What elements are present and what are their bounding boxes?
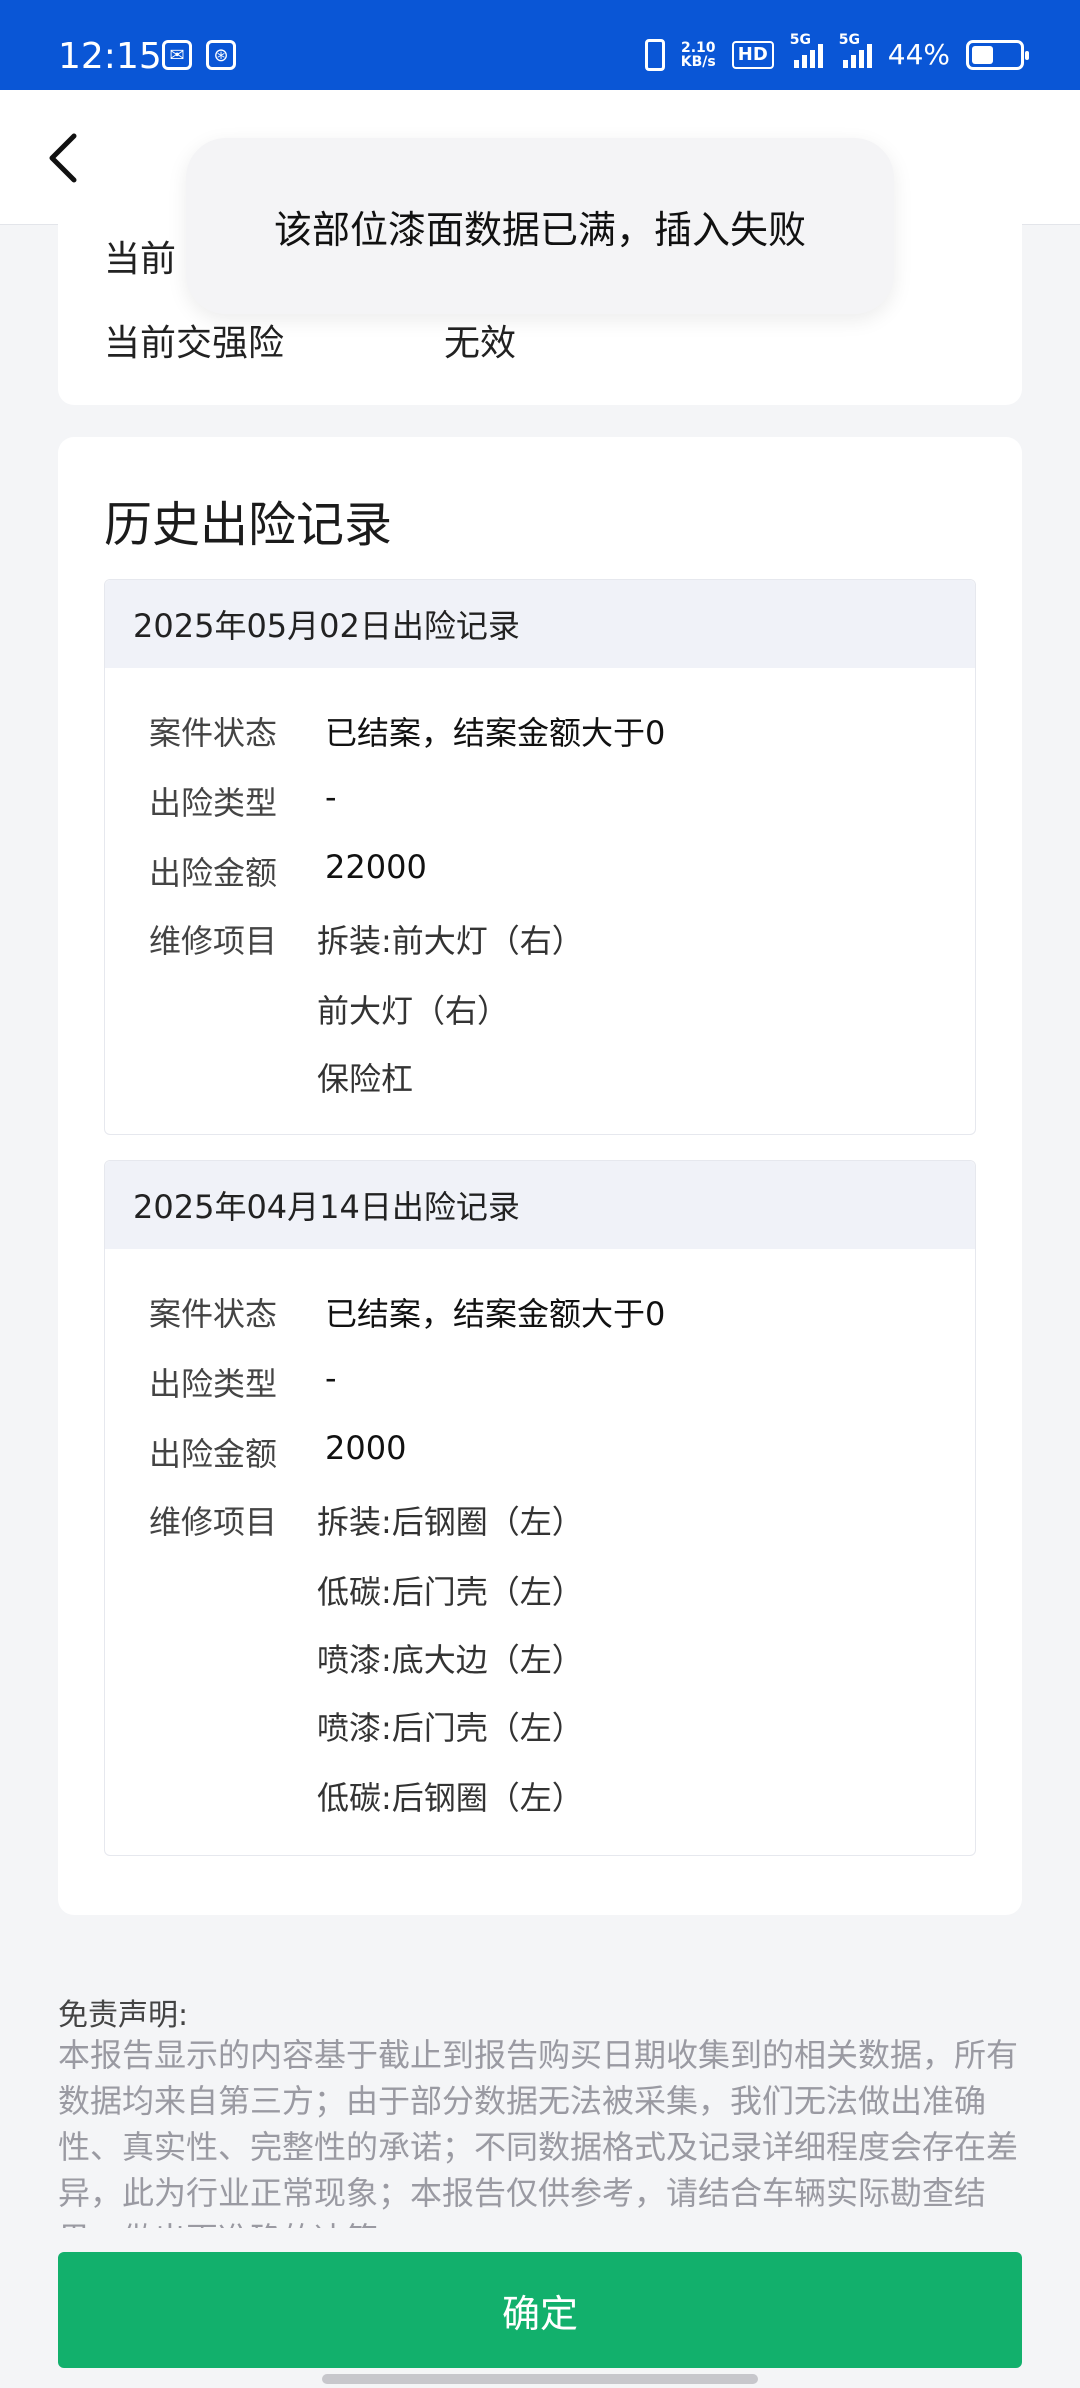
- repair-item: 喷漆:后门壳（左）: [317, 1709, 584, 1747]
- record-amount-row: 出险金额 2000: [149, 1429, 406, 1475]
- record-type-label: 出险类型: [149, 784, 278, 822]
- status-bar: 12:15 ✉ ⊛ 2.10 KB/s HD 5G 5G 44%: [0, 0, 1080, 90]
- toast-message: 该部位漆面数据已满，插入失败: [186, 138, 894, 314]
- status-app-icons: ✉ ⊛: [162, 40, 236, 70]
- hd-badge: HD: [731, 40, 774, 69]
- battery-percent: 44%: [887, 38, 950, 71]
- repair-item: 喷漆:底大边（左）: [317, 1641, 584, 1679]
- status-right: 2.10 KB/s HD 5G 5G 44%: [644, 32, 1029, 71]
- record-header: 2025年04月14日出险记录: [105, 1161, 975, 1249]
- record-status-value: 已结案，结案金额大于0: [325, 714, 666, 752]
- record-amount-value: 2000: [325, 1429, 407, 1467]
- record-status-label: 案件状态: [149, 1295, 278, 1333]
- record-status-label: 案件状态: [149, 714, 278, 752]
- signal-icon-sim2: 5G: [839, 32, 872, 68]
- record-amount-label: 出险金额: [149, 854, 278, 892]
- record-type-row: 出险类型 -: [149, 778, 337, 824]
- current-row-2: 当前交强险 无效: [104, 314, 516, 366]
- repair-item: 拆装:前大灯（右）: [317, 922, 584, 960]
- home-indicator[interactable]: [322, 2374, 758, 2384]
- confirm-button[interactable]: 确定: [58, 2252, 1022, 2368]
- current-row-1-label: 当前: [104, 239, 177, 280]
- record-items-row: 维修项目: [149, 1497, 277, 1543]
- record-type-value: -: [325, 778, 337, 816]
- record-type-label: 出险类型: [149, 1365, 278, 1403]
- record-status-row: 案件状态 已结案，结案金额大于0: [149, 1289, 665, 1335]
- signal-icon-sim1: 5G: [790, 32, 823, 68]
- record-type-row: 出险类型 -: [149, 1359, 337, 1405]
- disclaimer-body: 本报告显示的内容基于截止到报告购买日期收集到的相关数据，所有数据均来自第三方；由…: [58, 2036, 1019, 2228]
- battery-icon: [966, 39, 1029, 70]
- repair-item: 拆装:后钢圈（左）: [317, 1503, 584, 1541]
- back-button[interactable]: [40, 130, 90, 186]
- repair-item: 低碳:后钢圈（左）: [317, 1779, 584, 1817]
- compulsory-insurance-value: 无效: [444, 323, 517, 364]
- repair-item: 低碳:后门壳（左）: [317, 1573, 584, 1611]
- repair-item: 前大灯（右）: [317, 992, 510, 1030]
- chevron-left-icon: [49, 133, 77, 183]
- current-row-1: 当前: [104, 230, 176, 282]
- vibrate-icon: [644, 38, 665, 71]
- disclaimer-title: 免责声明:: [58, 1998, 189, 2033]
- record-status-value: 已结案，结案金额大于0: [325, 1295, 666, 1333]
- record-items-label: 维修项目: [149, 922, 278, 960]
- history-card: 历史出险记录 2025年05月02日出险记录 案件状态 已结案，结案金额大于0 …: [58, 437, 1022, 1915]
- app-badge-icon: ⊛: [206, 40, 236, 70]
- wechat-icon: ✉: [162, 40, 192, 70]
- record-type-value: -: [325, 1359, 337, 1397]
- record-header: 2025年05月02日出险记录: [105, 580, 975, 668]
- history-title: 历史出险记录: [104, 497, 393, 553]
- record-amount-row: 出险金额 22000: [149, 848, 427, 894]
- record-items-row: 维修项目: [149, 916, 277, 962]
- record-status-row: 案件状态 已结案，结案金额大于0: [149, 708, 665, 754]
- status-time: 12:15: [58, 36, 162, 77]
- claim-record: 2025年05月02日出险记录 案件状态 已结案，结案金额大于0 出险类型 - …: [104, 579, 976, 1135]
- repair-item: 保险杠: [317, 1060, 414, 1098]
- compulsory-insurance-label: 当前交强险: [104, 323, 285, 364]
- record-amount-label: 出险金额: [149, 1435, 278, 1473]
- record-amount-value: 22000: [325, 848, 427, 886]
- net-speed: 2.10 KB/s: [680, 39, 716, 70]
- claim-record: 2025年04月14日出险记录 案件状态 已结案，结案金额大于0 出险类型 - …: [104, 1160, 976, 1856]
- record-items-label: 维修项目: [149, 1503, 278, 1541]
